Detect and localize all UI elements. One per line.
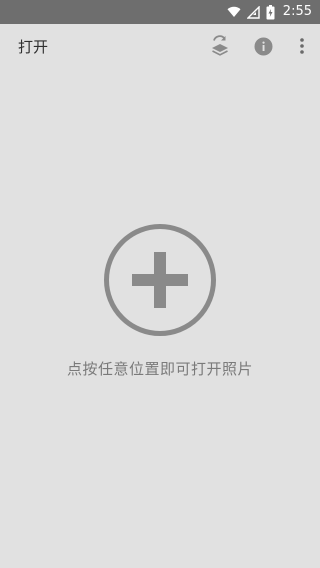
add-circle-icon bbox=[103, 224, 217, 341]
status-bar: 2:55 bbox=[0, 0, 320, 24]
open-photo-hint: 点按任意位置即可打开照片 bbox=[66, 360, 253, 378]
battery-icon bbox=[266, 4, 275, 20]
layers-swap-icon bbox=[210, 35, 230, 61]
status-time: 2:55 bbox=[282, 4, 312, 19]
info-button[interactable] bbox=[247, 32, 279, 64]
layers-swap-button[interactable] bbox=[204, 32, 236, 64]
toolbar: 打开 bbox=[0, 24, 320, 72]
page-title: 打开 bbox=[18, 38, 49, 56]
signal-icon bbox=[246, 5, 260, 19]
add-photo-button[interactable] bbox=[103, 223, 217, 337]
wifi-icon bbox=[227, 6, 241, 18]
more-options-button[interactable] bbox=[286, 32, 318, 64]
info-icon bbox=[254, 37, 273, 60]
more-vert-icon bbox=[299, 37, 305, 59]
